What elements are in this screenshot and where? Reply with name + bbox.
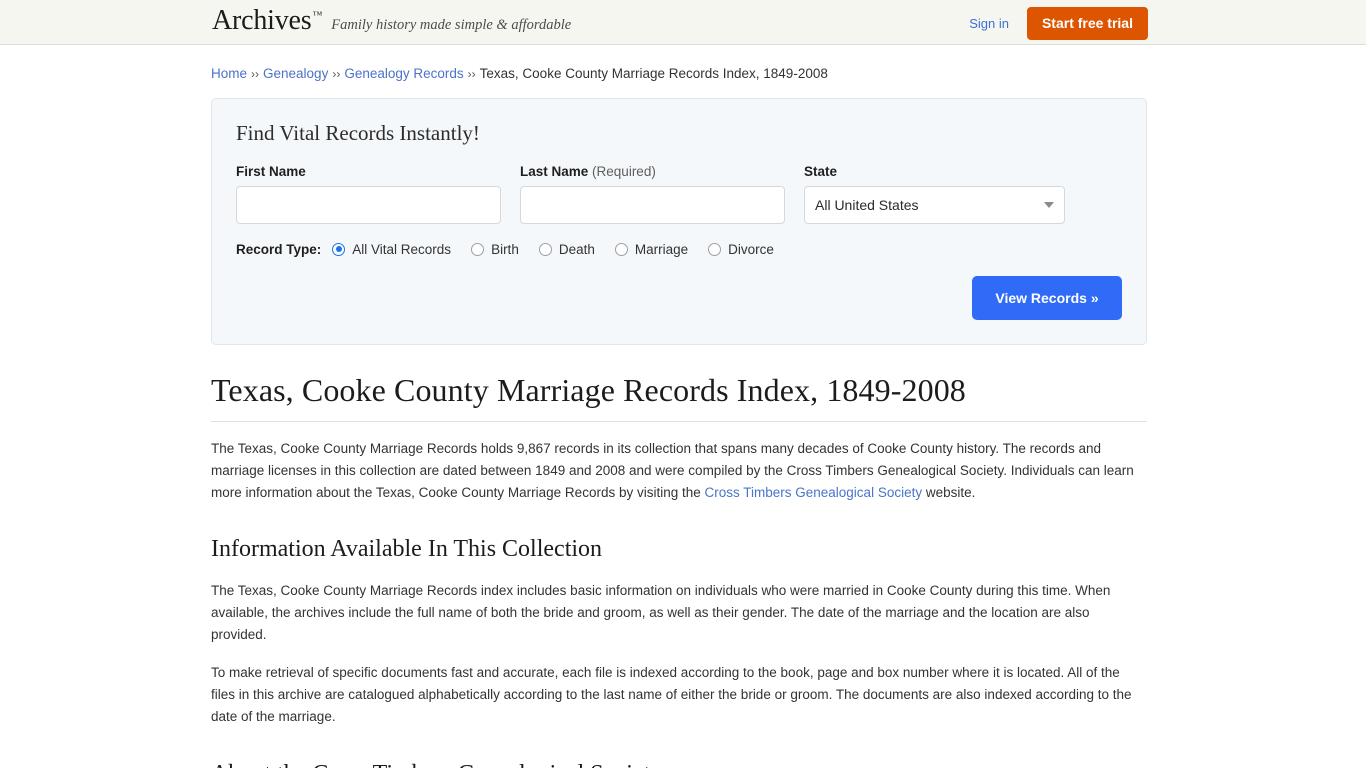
state-label: State xyxy=(804,163,838,179)
record-type-option-label: Death xyxy=(558,241,595,257)
state-select-wrap: All United States xyxy=(804,185,1065,224)
trademark-icon: ™ xyxy=(312,10,323,21)
site-logo[interactable]: Archives ™ Family history made simple & … xyxy=(212,7,571,35)
record-type-label: Record Type: xyxy=(236,241,322,257)
first-name-field-group: First Name xyxy=(236,164,501,224)
breadcrumb-separator: ›› xyxy=(467,67,476,81)
breadcrumb-separator: ›› xyxy=(332,67,341,81)
title-divider xyxy=(211,421,1147,423)
record-type-option-death[interactable]: Death xyxy=(538,241,595,257)
last-name-label: Last Name (Required) xyxy=(520,164,785,179)
site-header: Archives ™ Family history made simple & … xyxy=(0,0,1366,45)
brand-tagline: Family history made simple & affordable xyxy=(331,17,572,33)
section1-paragraph-2: To make retrieval of specific documents … xyxy=(211,665,1132,725)
record-type-option-marriage[interactable]: Marriage xyxy=(614,241,689,257)
state-select[interactable]: All United States xyxy=(804,185,1065,224)
page-title: Texas, Cooke County Marriage Records Ind… xyxy=(211,371,966,408)
header-actions: Sign in Start free trial xyxy=(969,7,1148,40)
last-name-required-note: (Required) xyxy=(592,163,656,179)
record-type-option-label: All Vital Records xyxy=(352,241,452,257)
start-free-trial-button[interactable]: Start free trial xyxy=(1026,7,1148,40)
radio-icon[interactable] xyxy=(538,242,552,256)
page-body: Home ›› Genealogy ›› Genealogy Records ›› Texa… xyxy=(0,45,1366,768)
content-column: Home ›› Genealogy ›› Genealogy Records ›› Texa… xyxy=(211,45,1147,768)
record-type-option-all-vital-records[interactable]: All Vital Records xyxy=(332,242,451,257)
record-type-option-birth[interactable]: Birth xyxy=(471,242,519,257)
record-type-row: Record Type: All Vital Records Birth Dea… xyxy=(236,242,1122,257)
first-name-input[interactable] xyxy=(236,185,501,224)
last-name-label-text: Last Name xyxy=(520,163,589,179)
breadcrumb-item-genealogy[interactable]: Genealogy xyxy=(263,66,328,81)
breadcrumb: Home ›› Genealogy ›› Genealogy Records ›› Texa… xyxy=(211,45,1147,83)
breadcrumb-item-current: Texas, Cooke County Marriage Records Ind… xyxy=(479,66,828,81)
section-heading-information-available: Information Available In This Collection xyxy=(211,536,603,563)
record-type-option-label: Divorce xyxy=(728,241,774,257)
record-type-option-label: Birth xyxy=(491,241,519,257)
breadcrumb-item-genealogy-records[interactable]: Genealogy Records xyxy=(344,66,463,81)
section-heading-about-society: About the Cross Timbers Genealogical Soc… xyxy=(211,760,1147,768)
last-name-input[interactable] xyxy=(520,185,785,224)
view-records-button[interactable]: View Records » xyxy=(972,275,1122,320)
intro-text-part1: The Texas, Cooke County Marriage Records… xyxy=(211,441,1134,501)
brand-name: Archives xyxy=(212,5,312,36)
radio-icon[interactable] xyxy=(471,242,485,256)
search-panel-title: Find Vital Records Instantly! xyxy=(236,120,480,145)
cross-timbers-society-link[interactable]: Cross Timbers Genealogical Society xyxy=(705,485,923,500)
submit-row: View Records » xyxy=(236,275,1122,320)
state-field-group: State All United States xyxy=(804,164,1069,224)
first-name-label: First Name xyxy=(236,163,306,179)
intro-paragraph: The Texas, Cooke County Marriage Records… xyxy=(211,438,1147,504)
radio-icon[interactable] xyxy=(708,242,722,256)
article: Texas, Cooke County Marriage Records Ind… xyxy=(211,372,1147,768)
breadcrumb-separator: ›› xyxy=(251,67,260,81)
record-type-option-divorce[interactable]: Divorce xyxy=(708,242,774,257)
search-fields-row: First Name Last Name (Required) State Al… xyxy=(236,164,1122,224)
breadcrumb-item-home[interactable]: Home xyxy=(211,66,247,81)
radio-icon-selected[interactable] xyxy=(332,242,346,256)
sign-in-link[interactable]: Sign in xyxy=(969,16,1009,31)
section1-paragraph-1: The Texas, Cooke County Marriage Records… xyxy=(211,583,1111,643)
intro-text-part2: website. xyxy=(922,485,976,501)
radio-icon[interactable] xyxy=(614,242,628,256)
record-type-option-label: Marriage xyxy=(634,241,689,257)
last-name-field-group: Last Name (Required) xyxy=(520,164,785,224)
vital-records-search-panel: Find Vital Records Instantly! First Name… xyxy=(211,97,1147,345)
header-inner: Archives ™ Family history made simple & … xyxy=(0,0,1366,45)
